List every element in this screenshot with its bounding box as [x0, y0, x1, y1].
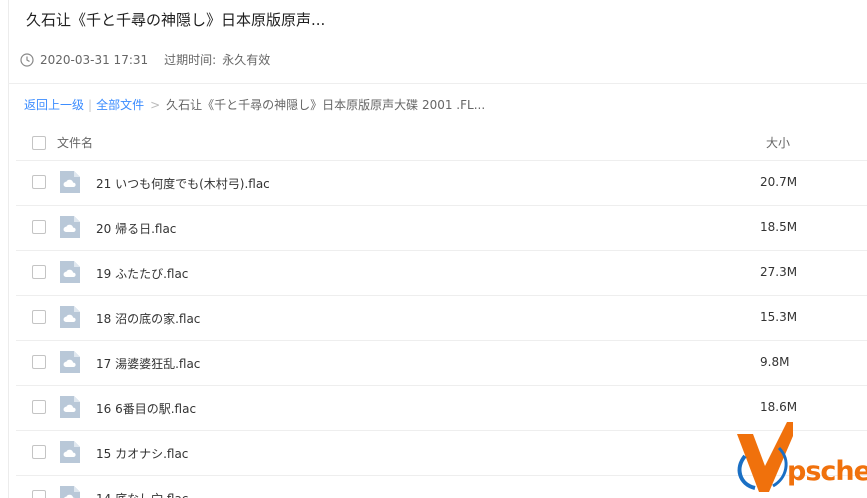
- share-title: 久石让《千と千尋の神隠し》日本原版原声...: [26, 11, 326, 29]
- file-row[interactable]: 21 いつも何度でも(木村弓).flac 20.7M: [16, 161, 867, 206]
- file-name[interactable]: 15 カオナシ.flac: [96, 445, 188, 462]
- row-checkbox[interactable]: [32, 220, 46, 234]
- cloud-file-icon: [60, 216, 80, 238]
- row-checkbox[interactable]: [32, 310, 46, 324]
- column-name-header: 文件名: [57, 136, 94, 150]
- file-row[interactable]: 17 湯婆婆狂乱.flac 9.8M: [16, 341, 867, 386]
- watermark-logo: psche: [733, 420, 867, 498]
- cloud-file-icon: [60, 171, 80, 193]
- row-checkbox[interactable]: [32, 265, 46, 279]
- v-check-logo-icon: [737, 422, 799, 492]
- row-checkbox[interactable]: [32, 445, 46, 459]
- expire-label: 过期时间:: [164, 53, 217, 67]
- file-name[interactable]: 21 いつも何度でも(木村弓).flac: [96, 175, 270, 192]
- watermark-text: psche: [787, 456, 867, 487]
- breadcrumb-separator: |: [88, 98, 93, 112]
- breadcrumb-arrow: >: [150, 98, 161, 112]
- file-size: 18.6M: [760, 400, 798, 414]
- file-size: 9.8M: [760, 355, 790, 369]
- file-name[interactable]: 19 ふたたび.flac: [96, 265, 188, 282]
- cloud-file-icon: [60, 306, 80, 328]
- file-size: 20.7M: [760, 175, 798, 189]
- file-name[interactable]: 16 6番目の駅.flac: [96, 400, 196, 417]
- select-all-checkbox[interactable]: [32, 136, 46, 150]
- share-date: 2020-03-31 17:31: [40, 52, 149, 67]
- file-name[interactable]: 18 沼の底の家.flac: [96, 310, 200, 327]
- file-name[interactable]: 17 湯婆婆狂乱.flac: [96, 355, 200, 372]
- file-name[interactable]: 20 帰る日.flac: [96, 220, 176, 237]
- file-name[interactable]: 14 底なし穴.flac: [96, 490, 188, 498]
- file-row[interactable]: 18 沼の底の家.flac 15.3M: [16, 296, 867, 341]
- row-checkbox[interactable]: [32, 400, 46, 414]
- row-checkbox[interactable]: [32, 175, 46, 189]
- cloud-file-icon: [60, 486, 80, 498]
- cloud-file-icon: [60, 441, 80, 463]
- expire-value: 永久有效: [222, 53, 271, 67]
- breadcrumb-current: 久石让《千と千尋の神隠し》日本原版原声大碟 2001 .FL...: [166, 98, 486, 112]
- clock-icon: [20, 52, 34, 67]
- file-size: 18.5M: [760, 220, 798, 234]
- back-link[interactable]: 返回上一级: [24, 98, 84, 112]
- file-size: 15.3M: [760, 310, 798, 324]
- divider: [8, 83, 867, 84]
- cloud-file-icon: [60, 396, 80, 418]
- file-row[interactable]: 20 帰る日.flac 18.5M: [16, 206, 867, 251]
- all-files-link[interactable]: 全部文件: [96, 98, 144, 112]
- row-checkbox[interactable]: [32, 490, 46, 498]
- file-size: 27.3M: [760, 265, 798, 279]
- share-meta: 2020-03-31 17:31 过期时间: 永久有效: [20, 51, 270, 68]
- cloud-file-icon: [60, 261, 80, 283]
- file-row[interactable]: 19 ふたたび.flac 27.3M: [16, 251, 867, 296]
- column-size-header: 大小: [766, 136, 791, 150]
- breadcrumb: 返回上一级 | 全部文件 > 久石让《千と千尋の神隠し》日本原版原声大碟 2001 .F…: [24, 96, 485, 113]
- table-header: 文件名 大小: [16, 126, 867, 161]
- row-checkbox[interactable]: [32, 355, 46, 369]
- cloud-file-icon: [60, 351, 80, 373]
